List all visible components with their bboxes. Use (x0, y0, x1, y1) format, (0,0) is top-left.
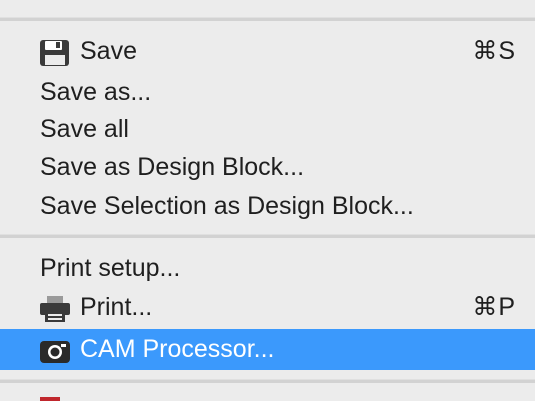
keyboard-shortcut: ⌘S (472, 37, 516, 65)
menu-item-save-selection-as-design-block[interactable]: Save Selection as Design Block... (0, 187, 535, 225)
menu-item-label: CAM Processor... (80, 335, 275, 363)
menu-item-save[interactable]: Save ⌘S (0, 32, 535, 70)
menu-item-print-setup[interactable]: Print setup... (0, 249, 535, 287)
menu-separator (0, 379, 535, 383)
menu-separator (0, 234, 535, 238)
menu-item-save-as[interactable]: Save as... (0, 73, 535, 111)
camera-icon (40, 341, 70, 363)
partial-menu-icon (40, 397, 60, 401)
menu-item-label: Save Selection as Design Block... (40, 192, 414, 220)
menu-item-label: Save as Design Block... (40, 153, 305, 181)
printer-icon (40, 296, 70, 322)
floppy-disk-icon (40, 40, 69, 66)
menu-item-print[interactable]: Print... ⌘P (0, 288, 535, 326)
menu-item-label: Print setup... (40, 254, 181, 282)
menu-separator (0, 17, 535, 21)
menu-item-cam-processor[interactable]: CAM Processor... (0, 329, 535, 370)
menu-item-label: Print... (80, 293, 153, 321)
menu-item-label: Save (80, 37, 137, 65)
menu-item-save-all[interactable]: Save all (0, 110, 535, 148)
menu-item-save-as-design-block[interactable]: Save as Design Block... (0, 148, 535, 186)
menu-item-label: Save as... (40, 78, 152, 106)
file-menu: Save ⌘S Save as... Save all Save as Desi… (0, 0, 535, 401)
menu-item-label: Save all (40, 115, 129, 143)
partial-menu-icon (41, 0, 59, 2)
keyboard-shortcut: ⌘P (472, 293, 516, 321)
